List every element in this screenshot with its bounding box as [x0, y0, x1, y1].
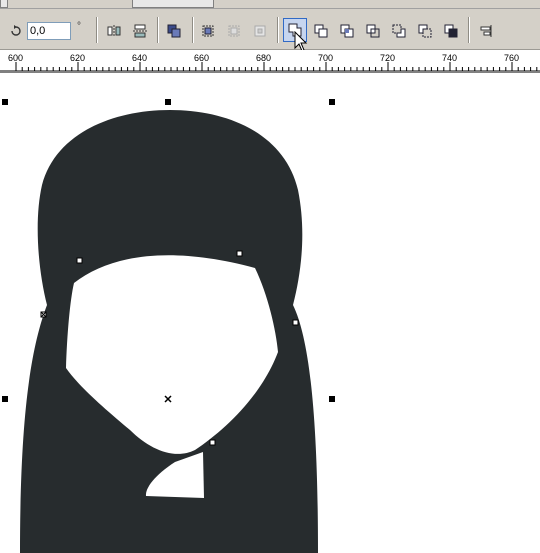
mirror-vertical-icon[interactable] — [130, 21, 150, 41]
toolbar-separator — [157, 17, 159, 43]
drawing-canvas[interactable] — [0, 73, 540, 553]
ruler-label: 600 — [8, 53, 24, 63]
zoom-field[interactable] — [132, 0, 214, 8]
create-boundary-icon[interactable] — [441, 21, 461, 41]
toolbar-separator — [277, 17, 279, 43]
trim-icon[interactable] — [311, 21, 331, 41]
ruler-label: 740 — [442, 53, 458, 63]
horizontal-ruler: 600 620 640 660 680 700 720 740 760 — [0, 50, 540, 73]
ungroup-icon[interactable] — [224, 21, 244, 41]
back-minus-front-icon[interactable] — [415, 21, 435, 41]
rotation-angle-input[interactable] — [27, 22, 71, 40]
align-icon[interactable] — [476, 21, 496, 41]
combine-icon[interactable] — [250, 21, 270, 41]
ruler-label: 720 — [380, 53, 396, 63]
toolbar-separator — [468, 17, 470, 43]
ruler-label: 620 — [70, 53, 86, 63]
degree-label: ° — [77, 21, 81, 32]
property-bar: ° — [0, 9, 540, 52]
ruler-label: 660 — [194, 53, 210, 63]
group-icon[interactable] — [198, 21, 218, 41]
ruler-label: 640 — [132, 53, 148, 63]
rotate-icon — [6, 21, 26, 41]
simplify-icon[interactable] — [363, 21, 383, 41]
front-minus-back-icon[interactable] — [389, 21, 409, 41]
strip-button[interactable] — [0, 0, 8, 8]
to-curves-icon[interactable] — [164, 21, 184, 41]
ruler-label: 700 — [318, 53, 334, 63]
ruler-label: 680 — [256, 53, 272, 63]
ruler-label: 760 — [504, 53, 520, 63]
toolbar-separator — [192, 17, 194, 43]
menu-strip — [0, 0, 540, 9]
mirror-horizontal-icon[interactable] — [104, 21, 124, 41]
intersect-icon[interactable] — [337, 21, 357, 41]
toolbar-separator — [96, 17, 98, 43]
